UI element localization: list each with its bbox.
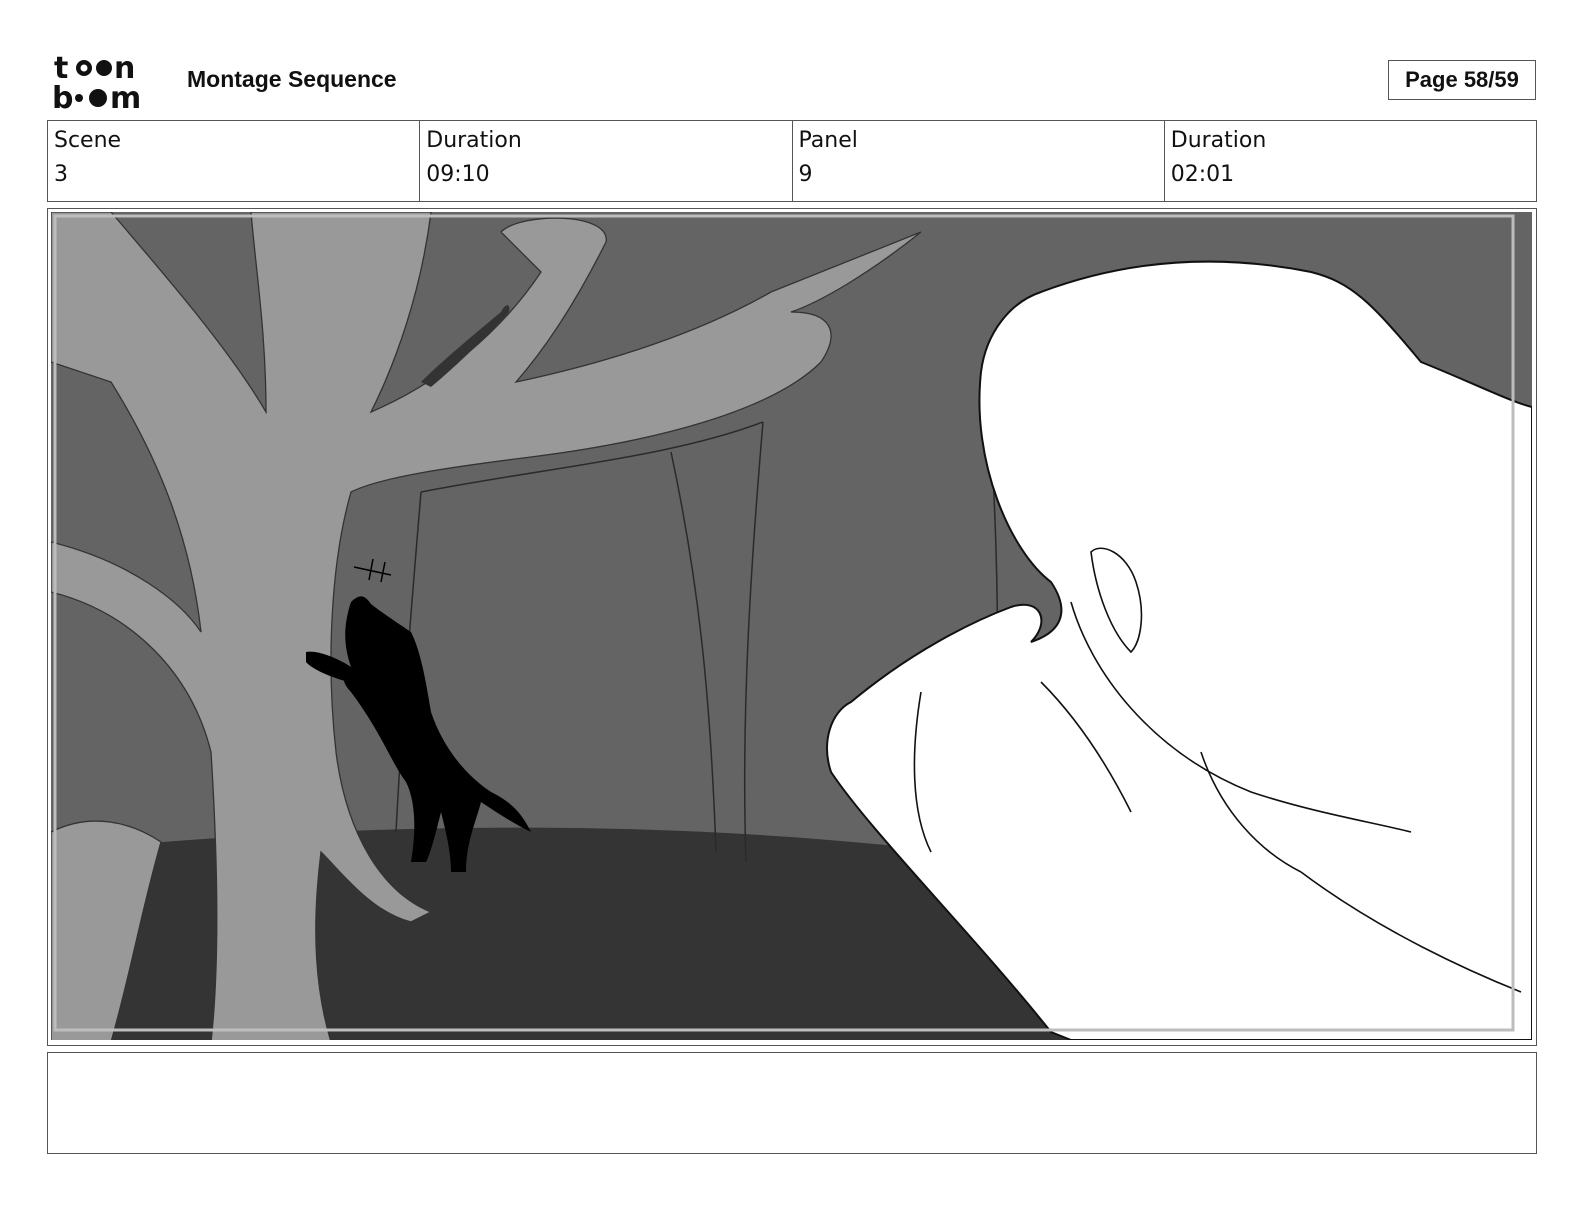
scene-cell: Scene 3 xyxy=(48,121,421,201)
svg-text:m: m xyxy=(110,81,141,112)
sequence-title: Montage Sequence xyxy=(187,66,397,92)
panel-artwork xyxy=(51,212,1532,1040)
scene-label: Scene xyxy=(54,128,122,153)
panel-duration-value: 02:01 xyxy=(1170,162,1235,187)
scene-duration-cell: Duration 09:10 xyxy=(420,121,793,201)
scene-duration-label: Duration xyxy=(426,128,522,153)
scene-duration-value: 09:10 xyxy=(426,162,490,187)
toon-boom-logo: t n b m xyxy=(52,52,141,112)
panel-duration-cell: Duration 02:01 xyxy=(1165,121,1536,201)
panel-duration-label: Duration xyxy=(1170,128,1267,153)
panel-value: 9 xyxy=(798,162,813,187)
page-indicator: Page 58/59 xyxy=(1388,60,1536,100)
scene-value: 3 xyxy=(54,162,68,187)
panel-cell: Panel 9 xyxy=(793,121,1165,201)
svg-text:b: b xyxy=(52,81,73,112)
panel-info-table: Scene 3 Duration 09:10 Panel 9 Duration … xyxy=(47,120,1537,202)
storyboard-panel xyxy=(47,208,1537,1046)
panel-notes[interactable] xyxy=(47,1052,1537,1154)
panel-label: Panel xyxy=(798,128,858,153)
